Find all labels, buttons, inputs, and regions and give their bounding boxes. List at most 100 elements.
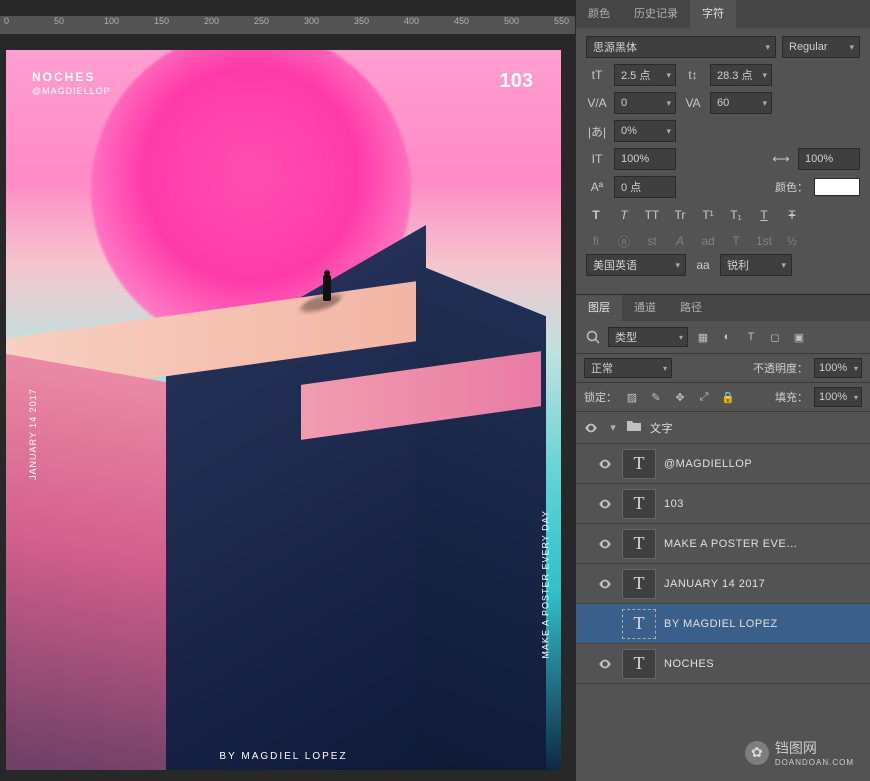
filter-pixel-icon[interactable]: ▦ xyxy=(694,329,712,345)
height-field[interactable]: 0% xyxy=(614,120,676,142)
kerning-icon: V/A xyxy=(586,92,608,114)
layer-text-make[interactable]: T MAKE A POSTER EVE… xyxy=(576,524,870,564)
visibility-icon[interactable] xyxy=(598,497,612,511)
panels-column: 颜色 历史记录 字符 思源黑体 Regular tT 2.5 点 t↕ 28.3… xyxy=(575,0,870,781)
tab-channels[interactable]: 通道 xyxy=(622,295,668,321)
ot-discretionary[interactable]: st xyxy=(642,232,662,250)
layer-text-noches[interactable]: T NOCHES xyxy=(576,644,870,684)
font-weight-select[interactable]: Regular xyxy=(782,36,860,58)
person-silhouette xyxy=(321,270,333,304)
baseline-field[interactable]: 0 点 xyxy=(614,176,676,198)
lock-all-icon[interactable]: 🔒 xyxy=(719,389,737,405)
visibility-icon[interactable] xyxy=(584,421,598,435)
text-layer-icon: T xyxy=(622,609,656,639)
color-label: 颜色： xyxy=(775,179,808,195)
layer-name: NOCHES xyxy=(664,658,862,670)
style-superscript[interactable]: T¹ xyxy=(698,206,718,224)
text-layer-icon: T xyxy=(622,529,656,559)
language-select[interactable]: 美国英语 xyxy=(586,254,686,276)
layer-list: ▾ 文字 T @MAGDIELLOP T 103 T MAKE xyxy=(576,412,870,781)
text-color-swatch[interactable] xyxy=(814,178,860,196)
ot-fractions[interactable]: ½ xyxy=(782,232,802,250)
layer-filter-bar: 类型 ▦ ◐ T ◻ ▣ xyxy=(576,321,870,354)
style-allcaps[interactable]: TT xyxy=(642,206,662,224)
style-subscript[interactable]: T₁ xyxy=(726,206,746,224)
layer-text-handle[interactable]: T @MAGDIELLOP xyxy=(576,444,870,484)
text-sidebar: MAKE A POSTER EVERY DAY xyxy=(541,510,551,659)
tracking-field[interactable]: 60 xyxy=(710,92,772,114)
filter-type-select[interactable]: 类型 xyxy=(608,327,688,347)
document-canvas[interactable]: NOCHES @MAGDIELLOP 103 JANUARY 14 2017 M… xyxy=(6,50,561,770)
font-size-icon: tT xyxy=(586,64,608,86)
visibility-icon[interactable] xyxy=(598,537,612,551)
font-size-field[interactable]: 2.5 点 xyxy=(614,64,676,86)
layer-text-january[interactable]: T JANUARY 14 2017 xyxy=(576,564,870,604)
ot-ligatures[interactable]: fi xyxy=(586,232,606,250)
layer-name: JANUARY 14 2017 xyxy=(664,578,862,590)
character-panel: 思源黑体 Regular tT 2.5 点 t↕ 28.3 点 V/A 0 VA… xyxy=(576,28,870,295)
poster-artwork: NOCHES @MAGDIELLOP 103 JANUARY 14 2017 M… xyxy=(6,50,561,770)
visibility-icon[interactable] xyxy=(598,457,612,471)
ruler-horizontal: 050100150200250300350400450500550 xyxy=(0,16,575,34)
canvas-area: 050100150200250300350400450500550 NOCHES… xyxy=(0,0,575,781)
lock-pixels-icon[interactable]: ✎ xyxy=(647,389,665,405)
tracking-icon: VA xyxy=(682,92,704,114)
leading-field[interactable]: 28.3 点 xyxy=(710,64,772,86)
search-icon xyxy=(584,329,602,345)
baseline-icon: Aª xyxy=(586,176,608,198)
layer-name: BY MAGDIEL LOPEZ xyxy=(664,618,862,630)
style-italic[interactable]: T xyxy=(614,206,634,224)
blend-mode-select[interactable]: 正常 xyxy=(584,358,672,378)
tab-history[interactable]: 历史记录 xyxy=(622,0,690,28)
hscale-field[interactable]: 100% xyxy=(798,148,860,170)
text-handle: @MAGDIELLOP xyxy=(32,86,111,96)
layer-name: @MAGDIELLOP xyxy=(664,458,862,470)
ot-swash[interactable]: A xyxy=(670,232,690,250)
character-panel-tabs: 颜色 历史记录 字符 xyxy=(576,0,870,28)
kerning-field[interactable]: 0 xyxy=(614,92,676,114)
lock-transparency-icon[interactable]: ▨ xyxy=(623,389,641,405)
ot-contextual[interactable]: ⓞ xyxy=(614,232,634,250)
text-layer-icon: T xyxy=(622,569,656,599)
layer-name: 103 xyxy=(664,498,862,510)
lock-position-icon[interactable]: ✥ xyxy=(671,389,689,405)
height-icon: |あ| xyxy=(586,120,608,142)
z-letter-3d xyxy=(6,250,561,770)
layers-panel-tabs: 图层 通道 路径 xyxy=(576,295,870,321)
vscale-icon: IT xyxy=(586,148,608,170)
vscale-field[interactable]: 100% xyxy=(614,148,676,170)
fill-label: 填充： xyxy=(775,389,808,405)
layer-text-103[interactable]: T 103 xyxy=(576,484,870,524)
expand-icon[interactable]: ▾ xyxy=(606,421,620,434)
filter-shape-icon[interactable]: ◻ xyxy=(766,329,784,345)
filter-type-icon[interactable]: T xyxy=(742,329,760,345)
antialias-select[interactable]: 锐利 xyxy=(720,254,792,276)
aa-icon: aa xyxy=(692,254,714,276)
visibility-icon[interactable] xyxy=(598,657,612,671)
layer-lock-row: 锁定： ▨ ✎ ✥ ⤢ 🔒 填充： 100% xyxy=(576,383,870,412)
ot-stylistic[interactable]: ad xyxy=(698,232,718,250)
filter-smart-icon[interactable]: ▣ xyxy=(790,329,808,345)
layer-text-by[interactable]: T BY MAGDIEL LOPEZ xyxy=(576,604,870,644)
layer-group-text[interactable]: ▾ 文字 xyxy=(576,412,870,444)
font-family-select[interactable]: 思源黑体 xyxy=(586,36,776,58)
tab-paths[interactable]: 路径 xyxy=(668,295,714,321)
style-bold[interactable]: T xyxy=(586,206,606,224)
style-strikethrough[interactable]: Ŧ xyxy=(782,206,802,224)
lock-artboard-icon[interactable]: ⤢ xyxy=(695,389,713,405)
filter-adjustment-icon[interactable]: ◐ xyxy=(718,329,736,345)
layer-name: MAKE A POSTER EVE… xyxy=(664,538,862,550)
tab-layers[interactable]: 图层 xyxy=(576,295,622,321)
layers-panel: 图层 通道 路径 类型 ▦ ◐ T ◻ ▣ 正常 不透明度： 100% 锁定： xyxy=(576,295,870,781)
opentype-row: fi ⓞ st A ad T 1st ½ xyxy=(586,232,860,250)
style-smallcaps[interactable]: Tr xyxy=(670,206,690,224)
visibility-icon[interactable] xyxy=(598,577,612,591)
ot-titling[interactable]: T xyxy=(726,232,746,250)
layer-blend-row: 正常 不透明度： 100% xyxy=(576,354,870,383)
opacity-field[interactable]: 100% xyxy=(814,358,862,378)
ot-ordinals[interactable]: 1st xyxy=(754,232,774,250)
opacity-label: 不透明度： xyxy=(753,360,808,376)
style-underline[interactable]: T xyxy=(754,206,774,224)
fill-field[interactable]: 100% xyxy=(814,387,862,407)
tab-character[interactable]: 字符 xyxy=(690,0,736,28)
